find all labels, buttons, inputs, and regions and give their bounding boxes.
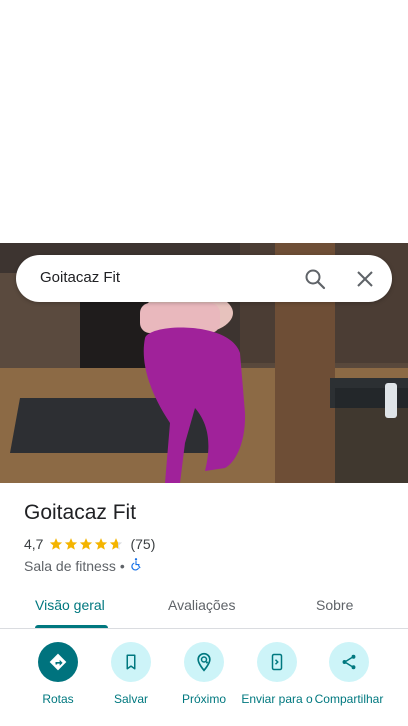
tab-overview[interactable]: Visão geral — [35, 597, 105, 613]
tab-about[interactable]: Sobre — [316, 597, 353, 613]
search-input[interactable]: Goitacaz Fit — [40, 269, 120, 286]
star-icon — [50, 538, 63, 550]
place-title: Goitacaz Fit — [24, 501, 137, 524]
map-area[interactable] — [0, 0, 408, 243]
save-button[interactable]: Salvar — [95, 642, 167, 706]
send-to-phone-button[interactable]: Enviar para o — [241, 642, 313, 706]
rating-value: 4,7 — [24, 536, 44, 552]
action-bar: Rotas Salvar Próximo Enviar para o Compa… — [0, 640, 408, 726]
star-icon — [65, 538, 78, 550]
directions-icon — [38, 642, 78, 682]
share-label: Compartilhar — [314, 692, 384, 706]
separator: • — [119, 557, 125, 574]
nearby-button[interactable]: Próximo — [168, 642, 240, 706]
share-button[interactable]: Compartilhar — [313, 642, 385, 706]
save-label: Salvar — [113, 692, 148, 706]
directions-label: Rotas — [42, 692, 74, 706]
star-icon — [95, 538, 108, 550]
review-count[interactable]: (75) — [130, 536, 155, 552]
star-half-icon — [110, 538, 123, 550]
search-icon[interactable] — [303, 267, 327, 291]
close-icon[interactable] — [353, 267, 377, 291]
place-category: Sala de fitness — [24, 557, 116, 574]
search-bar[interactable]: Goitacaz Fit — [16, 255, 392, 302]
share-icon — [329, 642, 369, 682]
directions-button[interactable]: Rotas — [22, 642, 94, 706]
send-to-phone-icon — [257, 642, 297, 682]
nearby-icon — [184, 642, 224, 682]
wheelchair-icon — [129, 557, 143, 574]
tab-bar: Visão geral Avaliações Sobre — [0, 588, 408, 629]
rating-row[interactable]: 4,7 (75) — [24, 536, 155, 552]
star-rating — [49, 537, 124, 551]
tab-reviews[interactable]: Avaliações — [168, 597, 235, 613]
nearby-label: Próximo — [181, 692, 226, 706]
send-to-phone-label: Enviar para o — [241, 692, 313, 706]
active-tab-indicator — [35, 625, 108, 628]
category-row: Sala de fitness • — [24, 557, 143, 574]
bookmark-icon — [111, 642, 151, 682]
star-icon — [80, 538, 93, 550]
